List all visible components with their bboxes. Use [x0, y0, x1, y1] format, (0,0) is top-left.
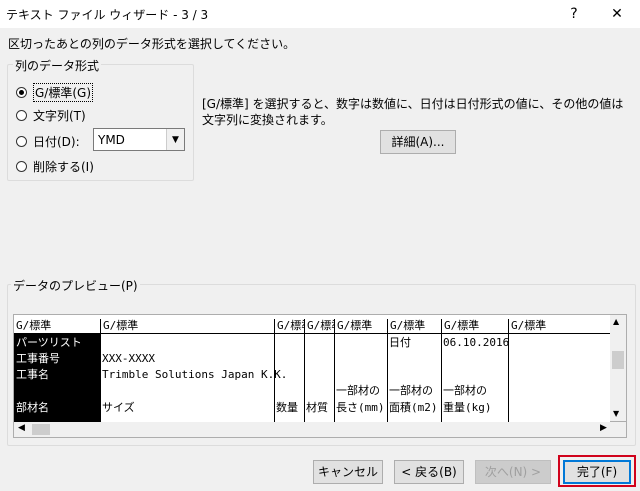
column-divider: [441, 333, 442, 423]
data-preview[interactable]: G/標準 G/標準 G/標準 G/標準 G/標準 G/標準 G/標準 G/標準 …: [13, 314, 612, 424]
column-header[interactable]: G/標準: [508, 319, 611, 333]
column-header[interactable]: G/標準: [387, 319, 441, 333]
window-title: テキスト ファイル ウィザード - 3 / 3: [6, 8, 209, 22]
preview-cell: 一部材の: [336, 384, 380, 397]
scroll-left-icon[interactable]: ◀: [18, 423, 25, 433]
preview-cell: XXX-XXXX: [102, 352, 155, 365]
back-button[interactable]: < 戻る(B): [394, 460, 464, 484]
scroll-right-icon[interactable]: ▶: [600, 423, 607, 433]
advanced-button[interactable]: 詳細(A)...: [380, 130, 456, 154]
preview-cell: 数量: [276, 401, 298, 414]
radio-general-label[interactable]: G/標準(G): [33, 83, 94, 102]
format-description: [G/標準] を選択すると、数字は数値に、日付は日付形式の値に、その他の値は文字…: [202, 97, 624, 127]
radio-date-indicator[interactable]: [16, 136, 27, 147]
preview-cell: 一部材の: [389, 384, 433, 397]
column-header[interactable]: G/標準: [334, 319, 387, 333]
radio-general-indicator[interactable]: [16, 87, 27, 98]
radio-skip-indicator[interactable]: [16, 161, 27, 172]
cancel-button[interactable]: キャンセル: [313, 460, 383, 484]
date-format-value: YMD: [98, 133, 125, 147]
radio-date-label[interactable]: 日付(D):: [33, 133, 80, 150]
radio-text[interactable]: 文字列(T): [16, 107, 86, 124]
horizontal-scroll-thumb[interactable]: [32, 424, 50, 435]
preview-cell: 一部材の: [443, 384, 487, 397]
column-divider: [100, 333, 101, 423]
column-divider: [304, 333, 305, 423]
column-header[interactable]: G/標準: [274, 319, 304, 333]
scroll-up-icon[interactable]: ▲: [613, 317, 619, 326]
chevron-down-icon[interactable]: ▼: [166, 129, 184, 150]
column-header[interactable]: G/標準: [14, 319, 100, 333]
column-header[interactable]: G/標準: [441, 319, 508, 333]
preview-cell: 長さ(mm): [336, 401, 385, 414]
scroll-down-icon[interactable]: ▼: [613, 409, 619, 418]
horizontal-scrollbar[interactable]: ◀ ▶: [13, 422, 627, 438]
preview-cell: パーツリスト: [16, 336, 82, 349]
preview-cell: 工事名: [16, 368, 49, 381]
radio-text-label[interactable]: 文字列(T): [33, 107, 86, 124]
preview-cell: サイズ: [102, 401, 135, 414]
column-format-legend: 列のデータ形式: [13, 57, 102, 74]
preview-cell: 工事番号: [16, 352, 60, 365]
preview-cell: 日付: [389, 336, 411, 349]
column-divider: [334, 333, 335, 423]
title-bar: テキスト ファイル ウィザード - 3 / 3 ? ✕: [0, 0, 640, 28]
vertical-scroll-thumb[interactable]: [612, 351, 624, 369]
radio-skip-label[interactable]: 削除する(I): [33, 158, 94, 175]
column-header[interactable]: G/標準: [100, 319, 274, 333]
radio-skip[interactable]: 削除する(I): [16, 158, 94, 175]
next-button[interactable]: 次へ(N) >: [475, 460, 551, 484]
column-header[interactable]: G/標準: [304, 319, 334, 333]
preview-cell: 面積(m2): [389, 401, 438, 414]
radio-general[interactable]: G/標準(G): [16, 83, 94, 102]
preview-cell: Trimble Solutions Japan K.K.: [102, 368, 288, 381]
instruction-text: 区切ったあとの列のデータ形式を選択してください。: [8, 37, 296, 51]
header-divider: [14, 333, 611, 334]
preview-cell: 材質: [306, 401, 328, 414]
finish-button[interactable]: 完了(F): [563, 460, 631, 484]
preview-cell: 06.10.2016: [443, 336, 510, 349]
radio-text-indicator[interactable]: [16, 110, 27, 121]
close-button[interactable]: ✕: [598, 0, 636, 28]
preview-legend: データのプレビュー(P): [11, 277, 140, 294]
date-format-combo[interactable]: YMD ▼: [93, 128, 185, 151]
column-divider: [387, 333, 388, 423]
help-button[interactable]: ?: [555, 0, 593, 28]
vertical-scrollbar[interactable]: ▲ ▼: [610, 314, 627, 422]
preview-cell: 部材名: [16, 401, 49, 414]
preview-cell: 重量(kg): [443, 401, 492, 414]
radio-date[interactable]: 日付(D):: [16, 133, 80, 150]
